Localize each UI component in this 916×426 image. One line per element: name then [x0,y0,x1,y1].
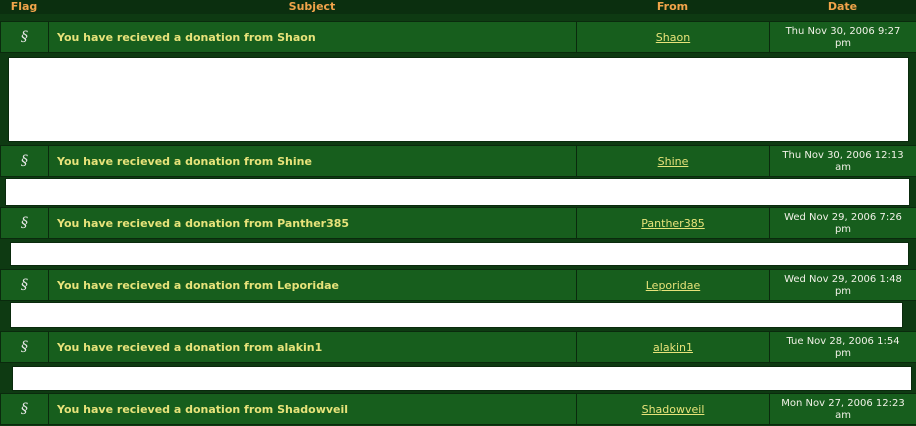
message-body [12,366,912,391]
table-row[interactable]: § You have recieved a donation from Pant… [0,207,916,239]
subject-cell: You have recieved a donation from alakin… [48,332,576,362]
flag-cell: § [0,22,48,52]
from-cell: alakin1 [576,332,769,362]
message-date: Tue Nov 28, 2006 1:54 pm [770,336,916,360]
flag-cell: § [0,332,48,362]
from-cell: Leporidae [576,270,769,300]
date-line-1: Wed Nov 29, 2006 7:26 [784,212,902,223]
message-date: Thu Nov 30, 2006 9:27 pm [770,26,916,50]
scroll-icon[interactable]: § [18,278,32,292]
date-cell: Thu Nov 30, 2006 9:27 pm [769,22,916,52]
from-cell: Shadowveil [576,394,769,424]
table-row[interactable]: § You have recieved a donation from Shad… [0,393,916,425]
date-cell: Thu Nov 30, 2006 12:13 am [769,146,916,176]
from-cell: Shaon [576,22,769,52]
from-cell: Panther385 [576,208,769,238]
sender-link[interactable]: alakin1 [577,332,769,362]
from-cell: Shine [576,146,769,176]
table-row[interactable]: § You have recieved a donation from Shao… [0,21,916,53]
flag-cell: § [0,146,48,176]
subject-cell: You have recieved a donation from Shine [48,146,576,176]
table-row[interactable]: § You have recieved a donation from Lepo… [0,269,916,301]
date-line-2: pm [834,286,852,297]
message-subject[interactable]: You have recieved a donation from Shine [57,146,312,176]
date-cell: Wed Nov 29, 2006 7:26 pm [769,208,916,238]
date-line-1: Thu Nov 30, 2006 9:27 [785,26,901,37]
scroll-icon[interactable]: § [18,340,32,354]
header-from[interactable]: From [576,0,769,14]
date-line-1: Tue Nov 28, 2006 1:54 [786,336,900,347]
date-line-1: Mon Nov 27, 2006 12:23 [781,398,905,409]
date-line-2: pm [834,38,852,49]
scroll-icon[interactable]: § [18,30,32,44]
date-line-2: am [835,162,851,173]
scroll-icon[interactable]: § [18,216,32,230]
date-cell: Mon Nov 27, 2006 12:23 am [769,394,916,424]
date-line-1: Thu Nov 30, 2006 12:13 [782,150,904,161]
date-line-2: am [835,410,851,421]
subject-cell: You have recieved a donation from Lepori… [48,270,576,300]
message-body [10,242,909,266]
sender-link[interactable]: Shadowveil [577,394,769,424]
subject-cell: You have recieved a donation from Shaon [48,22,576,52]
scroll-icon[interactable]: § [18,154,32,168]
subject-cell: You have recieved a donation from Shadow… [48,394,576,424]
message-body [5,178,910,206]
sender-link[interactable]: Shaon [577,22,769,52]
message-list: Flag Subject From Date § You have reciev… [0,0,916,426]
date-line-1: Wed Nov 29, 2006 1:48 [784,274,902,285]
flag-cell: § [0,208,48,238]
date-cell: Tue Nov 28, 2006 1:54 pm [769,332,916,362]
message-subject[interactable]: You have recieved a donation from Shadow… [57,394,348,424]
sender-link[interactable]: Shine [577,146,769,176]
message-date: Wed Nov 29, 2006 1:48 pm [770,274,916,298]
message-body [10,302,903,328]
flag-cell: § [0,394,48,424]
table-row[interactable]: § You have recieved a donation from alak… [0,331,916,363]
subject-cell: You have recieved a donation from Panthe… [48,208,576,238]
message-subject[interactable]: You have recieved a donation from Shaon [57,22,316,52]
message-date: Wed Nov 29, 2006 7:26 pm [770,212,916,236]
date-cell: Wed Nov 29, 2006 1:48 pm [769,270,916,300]
message-date: Mon Nov 27, 2006 12:23 am [770,398,916,422]
message-body [8,57,909,142]
date-line-2: pm [834,224,852,235]
header-date[interactable]: Date [769,0,916,14]
header-subject[interactable]: Subject [48,0,576,14]
message-subject[interactable]: You have recieved a donation from alakin… [57,332,322,362]
sender-link[interactable]: Leporidae [577,270,769,300]
table-row[interactable]: § You have recieved a donation from Shin… [0,145,916,177]
message-date: Thu Nov 30, 2006 12:13 am [770,150,916,174]
message-subject[interactable]: You have recieved a donation from Lepori… [57,270,339,300]
message-subject[interactable]: You have recieved a donation from Panthe… [57,208,349,238]
flag-cell: § [0,270,48,300]
date-line-2: pm [834,348,852,359]
header-flag[interactable]: Flag [0,0,48,14]
sender-link[interactable]: Panther385 [577,208,769,238]
table-header: Flag Subject From Date [0,0,916,14]
scroll-icon[interactable]: § [18,402,32,416]
